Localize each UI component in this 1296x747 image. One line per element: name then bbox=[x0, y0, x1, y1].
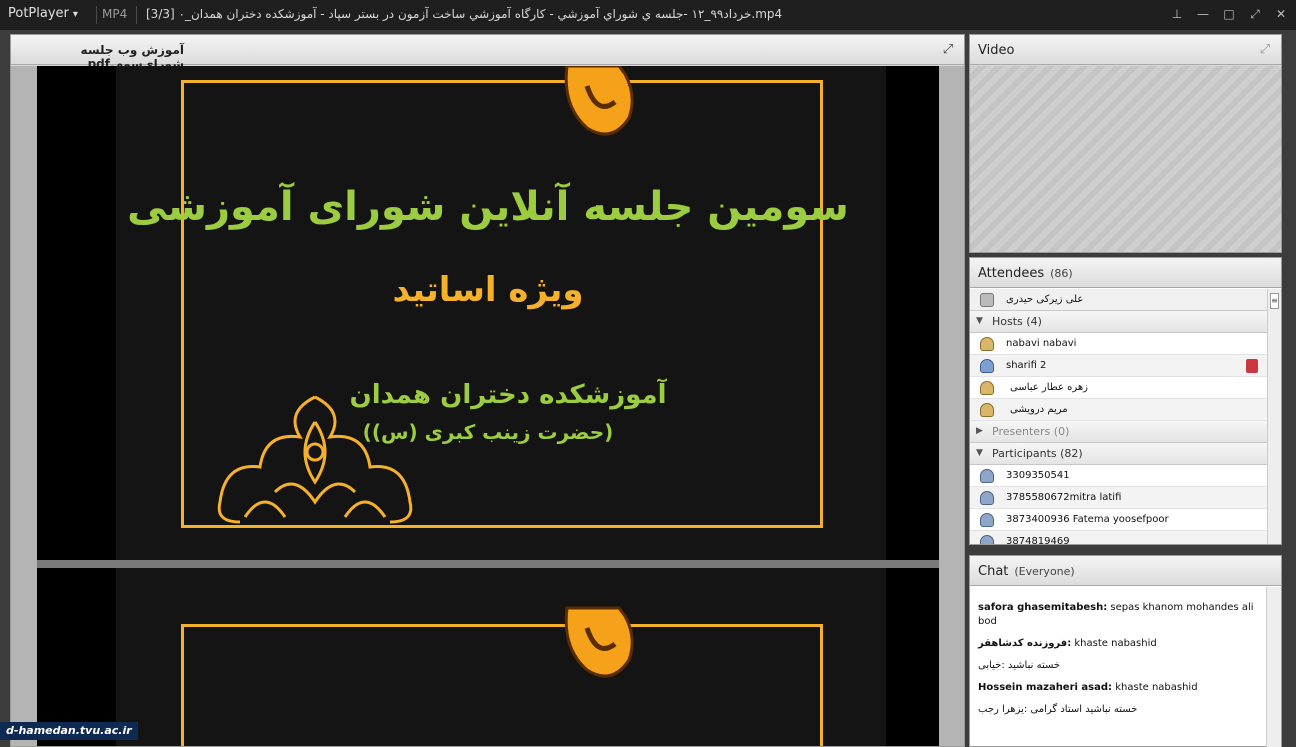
chat-sender: safora ghasemitabesh: bbox=[978, 602, 1108, 613]
attendee-name: nabavi nabavi bbox=[1006, 338, 1077, 349]
user-icon bbox=[980, 469, 994, 483]
divider bbox=[136, 6, 137, 24]
slide-frame bbox=[181, 624, 823, 746]
divider bbox=[96, 6, 97, 24]
my-name: علی زیرکی حیدری bbox=[1006, 294, 1084, 305]
chat-text: خسته نباشید :خیابی bbox=[978, 660, 1061, 671]
attendees-scrollbar[interactable]: ≡ bbox=[1267, 289, 1281, 544]
host-user-icon bbox=[980, 337, 994, 351]
user-icon bbox=[980, 513, 994, 527]
app-name: PotPlayer bbox=[8, 6, 69, 21]
format-label: MP4 bbox=[102, 7, 128, 21]
chat-message: Hossein mazaheri asad: khaste nabashid bbox=[978, 681, 1258, 695]
video-title: Video bbox=[978, 43, 1015, 58]
group-participants[interactable]: ▼ Participants (82) bbox=[970, 443, 1268, 465]
expand-icon[interactable]: ⤢ bbox=[940, 42, 956, 58]
presenters-label: Presenters (0) bbox=[992, 425, 1070, 438]
chat-sender: Hossein mazaheri asad: bbox=[978, 682, 1113, 693]
app-menu-button[interactable]: PotPlayer ▾ bbox=[8, 6, 78, 21]
list-item[interactable]: مریم درویشی bbox=[970, 399, 1268, 421]
chat-sender: فروزنده کدشاهقر: bbox=[978, 638, 1072, 649]
phone-icon bbox=[980, 293, 994, 307]
chat-text: khaste nabashid bbox=[1071, 638, 1157, 649]
my-status-row[interactable]: علی زیرکی حیدری bbox=[970, 289, 1268, 311]
list-item[interactable]: 3785580672mitra latifi bbox=[970, 487, 1268, 509]
chat-scope: (Everyone) bbox=[1014, 565, 1075, 578]
ornament-icon bbox=[217, 395, 413, 524]
chat-message: فروزنده کدشاهقر: khaste nabashid bbox=[978, 637, 1258, 651]
logo-emblem-icon bbox=[564, 606, 634, 678]
list-item[interactable]: 3874819469 bbox=[970, 531, 1268, 544]
video-area bbox=[970, 66, 1281, 252]
user-icon bbox=[980, 491, 994, 505]
host-user-icon bbox=[980, 403, 994, 417]
attendees-label: Attendees bbox=[978, 266, 1045, 281]
chat-header: Chat (Everyone) bbox=[970, 556, 1281, 586]
attendee-name: 3873400936 Fatema yoosefpoor bbox=[1006, 514, 1169, 525]
attendees-count: (86) bbox=[1050, 267, 1073, 280]
slide-subtitle: ویژه اساتید bbox=[392, 270, 584, 310]
chat-pod: Chat (Everyone) safora ghasemitabesh: sep… bbox=[969, 555, 1282, 747]
chat-message: خسته نباشید :خیابی bbox=[978, 659, 1258, 673]
chat-message: safora ghasemitabesh: sepas khanom mohan… bbox=[978, 601, 1258, 629]
maximize-icon[interactable]: □ bbox=[1220, 4, 1238, 24]
chat-message: خسته نباشید استاد گرامی :یزهرا رجب bbox=[978, 703, 1258, 717]
attendee-name: مریم درویشی bbox=[1010, 404, 1068, 415]
chat-scrollbar[interactable] bbox=[1266, 587, 1281, 747]
hosts-label: Hosts (4) bbox=[992, 315, 1042, 328]
list-item[interactable]: sharifi 2 bbox=[970, 355, 1268, 377]
close-icon[interactable]: ✕ bbox=[1272, 4, 1290, 24]
list-item[interactable]: 3873400936 Fatema yoosefpoor bbox=[970, 509, 1268, 531]
list-item[interactable]: nabavi nabavi bbox=[970, 333, 1268, 355]
attendees-list: علی زیرکی حیدری ▼ Hosts (4) nabavi nabav… bbox=[970, 289, 1268, 544]
group-hosts[interactable]: ▼ Hosts (4) bbox=[970, 311, 1268, 333]
chat-title: Chat (Everyone) bbox=[978, 564, 1075, 579]
group-presenters[interactable]: ▶ Presenters (0) bbox=[970, 421, 1268, 443]
chevron-right-icon: ▶ bbox=[976, 426, 983, 436]
chevron-down-icon: ▾ bbox=[72, 9, 78, 20]
attendee-name: 3309350541 bbox=[1006, 470, 1070, 481]
window-controls: ⊥ — □ ⤢ ✕ bbox=[1168, 4, 1290, 24]
chat-label: Chat bbox=[978, 564, 1009, 579]
chevron-down-icon: ▼ bbox=[976, 448, 983, 458]
slide-2 bbox=[37, 568, 939, 746]
attendee-name: 3785580672mitra latifi bbox=[1006, 492, 1122, 503]
page-gap bbox=[37, 560, 939, 568]
chat-messages: safora ghasemitabesh: sepas khanom mohan… bbox=[970, 587, 1266, 747]
host-user-icon bbox=[980, 381, 994, 395]
list-item[interactable]: 3309350541 bbox=[970, 465, 1268, 487]
chat-text: خسته نباشید استاد گرامی :یزهرا رجب bbox=[978, 704, 1138, 715]
slide-1: سومین جلسه آنلاین شورای آموزشی ویژه اسات… bbox=[37, 66, 939, 560]
attendee-name: 3874819469 bbox=[1006, 536, 1070, 544]
scroll-thumb[interactable]: ≡ bbox=[1270, 293, 1279, 309]
slide-org: آموزشکده دختران همدان bbox=[349, 380, 667, 410]
fullscreen-icon[interactable]: ⤢ bbox=[1246, 4, 1264, 24]
attendees-header: Attendees (86) bbox=[970, 258, 1281, 288]
list-item[interactable]: زهره عطار عباسی bbox=[970, 377, 1268, 399]
video-pod-header: Video ⤢ bbox=[970, 35, 1281, 65]
document-pod: آموزش وب جلسه شورای‌سوم.pdf ⤢ سومین جلسه… bbox=[10, 34, 965, 747]
chevron-down-icon: ▼ bbox=[976, 316, 983, 326]
user-icon bbox=[980, 359, 994, 373]
logo-emblem-icon bbox=[564, 66, 634, 136]
player-titlebar: PotPlayer ▾ MP4 [3/3] ۰_خرداد۹۹_۱۲ -جلسه … bbox=[0, 0, 1296, 30]
participants-label: Participants (82) bbox=[992, 447, 1083, 460]
slide-org-sub: (حضرت زینب کبری (س)) bbox=[362, 420, 614, 444]
window-title: [3/3] ۰_خرداد۹۹_۱۲ -جلسه ي شوراي آموزشي … bbox=[146, 7, 783, 21]
expand-icon[interactable]: ⤢ bbox=[1257, 42, 1273, 58]
attendees-pod: Attendees (86) علی زیرکی حیدری ▼ Hosts (4… bbox=[969, 257, 1282, 545]
attendee-name: زهره عطار عباسی bbox=[1010, 382, 1089, 393]
status-icon bbox=[1246, 359, 1258, 373]
site-watermark: d-hamedan.tvu.ac.ir bbox=[0, 722, 138, 740]
pin-icon[interactable]: ⊥ bbox=[1168, 4, 1186, 24]
user-icon bbox=[980, 535, 994, 544]
slide-title: سومین جلسه آنلاین شورای آموزشی bbox=[127, 184, 849, 230]
slide-viewer[interactable]: سومین جلسه آنلاین شورای آموزشی ویژه اسات… bbox=[11, 66, 964, 746]
chat-text: khaste nabashid bbox=[1112, 682, 1198, 693]
attendees-title: Attendees (86) bbox=[978, 266, 1073, 281]
attendee-name: sharifi 2 bbox=[1006, 360, 1047, 371]
video-pod: Video ⤢ bbox=[969, 34, 1282, 253]
document-pod-header: آموزش وب جلسه شورای‌سوم.pdf ⤢ bbox=[11, 35, 964, 71]
minimize-icon[interactable]: — bbox=[1194, 4, 1212, 24]
